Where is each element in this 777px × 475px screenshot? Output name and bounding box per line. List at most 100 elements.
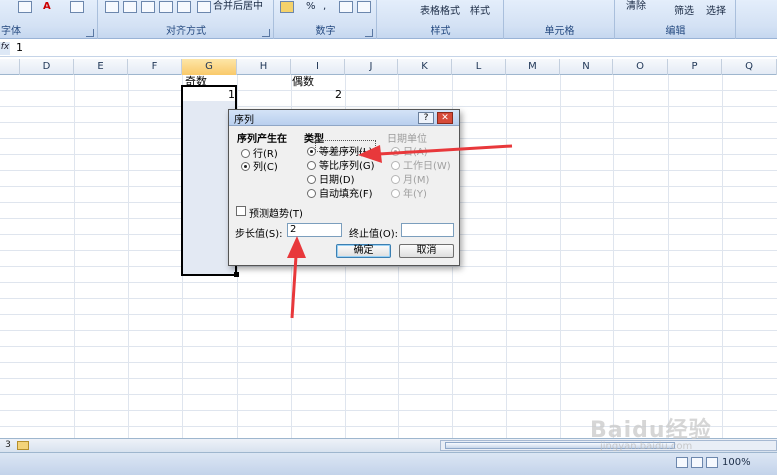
column-header[interactable]: L	[452, 59, 506, 75]
decrease-decimal-icon[interactable]	[357, 1, 371, 13]
cell-g-value[interactable]: 1	[228, 88, 235, 101]
increase-indent-icon[interactable]	[177, 1, 191, 13]
comma-button[interactable]: ,	[323, 0, 326, 14]
fill-handle[interactable]	[234, 272, 239, 277]
radio-growth[interactable]: 等比序列(G)	[307, 157, 375, 172]
radio-rows[interactable]: 行(R)	[241, 145, 278, 160]
radio-day-circle[interactable]	[391, 147, 400, 156]
column-headers: D E F G H I J K L M N O P Q	[0, 59, 777, 75]
radio-columns[interactable]: 列(C)	[241, 158, 278, 173]
sort-filter-button[interactable]: 筛选	[674, 5, 694, 19]
normal-view-icon[interactable]	[676, 457, 688, 468]
column-header[interactable]: Q	[722, 59, 777, 75]
number-dialog-launcher[interactable]	[365, 29, 373, 37]
column-header[interactable]: M	[506, 59, 560, 75]
radio-growth-circle[interactable]	[307, 161, 316, 170]
font-dialog-launcher[interactable]	[86, 29, 94, 37]
radio-linear-circle[interactable]	[307, 147, 316, 156]
formula-bar: fx 1	[0, 40, 777, 57]
insert-sheet-icon[interactable]	[17, 441, 29, 450]
series-in-label: 序列产生在	[237, 134, 287, 145]
merge-center-button[interactable]: 合并后居中	[213, 0, 263, 14]
zoom-level[interactable]: 100%	[722, 457, 751, 468]
column-header[interactable]: N	[560, 59, 613, 75]
sheet-tab[interactable]: 3	[0, 439, 16, 452]
increase-decimal-icon[interactable]	[339, 1, 353, 13]
column-header[interactable]: J	[345, 59, 398, 75]
help-button[interactable]: ?	[418, 112, 434, 124]
number-group: % , 数字	[275, 0, 377, 39]
align-group-label: 对齐方式	[166, 26, 206, 37]
radio-columns-circle[interactable]	[241, 162, 250, 171]
cell-styles-button[interactable]: 样式	[470, 5, 490, 19]
radio-date-circle[interactable]	[307, 175, 316, 184]
dialog-title-bar[interactable]: 序列 ? ✕	[229, 110, 459, 126]
merge-center-icon[interactable]	[197, 1, 211, 13]
cell-i-header[interactable]: 偶数	[292, 73, 314, 89]
cells-group: 单元格	[505, 0, 615, 39]
column-header[interactable]: O	[613, 59, 668, 75]
radio-weekday-circle[interactable]	[391, 161, 400, 170]
select-all-corner[interactable]	[0, 59, 20, 75]
radio-year-label: 年(Y)	[403, 189, 427, 200]
status-bar: 100%	[0, 452, 777, 475]
column-header[interactable]: D	[20, 59, 74, 75]
currency-icon[interactable]	[280, 1, 294, 13]
font-color-icon[interactable]: A	[43, 0, 51, 14]
cell-g-header[interactable]: 奇数	[185, 73, 207, 89]
trend-label: 预测趋势(T)	[249, 209, 303, 220]
radio-year-circle[interactable]	[391, 189, 400, 198]
stop-label: 终止值(O):	[349, 229, 399, 240]
clear-button[interactable]: 清除	[626, 0, 646, 14]
style-group-label: 样式	[430, 26, 451, 37]
align-center-icon[interactable]	[123, 1, 137, 13]
radio-month[interactable]: 月(M)	[391, 171, 429, 186]
column-header[interactable]: E	[74, 59, 128, 75]
align-dialog-launcher[interactable]	[262, 29, 270, 37]
fx-icon[interactable]: fx	[0, 42, 10, 55]
find-select-button[interactable]: 选择	[706, 5, 726, 19]
formula-input[interactable]: 1	[16, 41, 23, 54]
radio-columns-label: 列(C)	[253, 162, 278, 173]
edit-group-label: 编辑	[665, 26, 686, 37]
page-break-icon[interactable]	[706, 457, 718, 468]
radio-day[interactable]: 日(A)	[391, 143, 428, 158]
align-right-icon[interactable]	[141, 1, 155, 13]
radio-year[interactable]: 年(Y)	[391, 185, 427, 200]
radio-month-circle[interactable]	[391, 175, 400, 184]
radio-rows-circle[interactable]	[241, 149, 250, 158]
radio-weekday[interactable]: 工作日(W)	[391, 157, 451, 172]
alignment-group: 合并后居中 对齐方式	[99, 0, 274, 39]
editing-group: 清除 筛选 选择 编辑	[616, 0, 736, 39]
step-label: 步长值(S):	[235, 229, 283, 240]
radio-autofill[interactable]: 自动填充(F)	[307, 185, 373, 200]
decrease-indent-icon[interactable]	[159, 1, 173, 13]
ribbon: A 字体 合并后居中 对齐方式 % , 数字 表格格式 样式 样式 单元格 清除…	[0, 0, 777, 39]
stop-value-input[interactable]	[401, 223, 454, 237]
fill-color-icon[interactable]	[18, 1, 32, 13]
page-layout-icon[interactable]	[691, 457, 703, 468]
font-group: A 字体	[0, 0, 98, 39]
ok-button[interactable]: 确定	[336, 244, 391, 258]
align-left-icon[interactable]	[105, 1, 119, 13]
phonetic-icon[interactable]	[70, 1, 84, 13]
column-header[interactable]: F	[128, 59, 182, 75]
radio-date[interactable]: 日期(D)	[307, 171, 355, 186]
cells-group-label: 单元格	[544, 26, 575, 37]
column-header[interactable]: K	[398, 59, 452, 75]
number-group-label: 数字	[315, 26, 336, 37]
styles-group: 表格格式 样式 样式	[378, 0, 504, 39]
trend-checkbox[interactable]	[236, 206, 246, 216]
column-header[interactable]: P	[668, 59, 722, 75]
percent-button[interactable]: %	[306, 0, 316, 14]
close-button[interactable]: ✕	[437, 112, 453, 124]
column-header[interactable]: H	[237, 59, 291, 75]
dialog-title: 序列	[234, 115, 254, 126]
format-as-table-button[interactable]: 表格格式	[420, 5, 460, 19]
step-value-input[interactable]: 2	[287, 223, 342, 237]
cancel-button[interactable]: 取消	[399, 244, 454, 258]
radio-autofill-circle[interactable]	[307, 189, 316, 198]
cell-i-value[interactable]: 2	[335, 88, 342, 101]
radio-autofill-label: 自动填充(F)	[319, 189, 373, 200]
radio-linear[interactable]: 等差序列(L)	[307, 143, 372, 158]
